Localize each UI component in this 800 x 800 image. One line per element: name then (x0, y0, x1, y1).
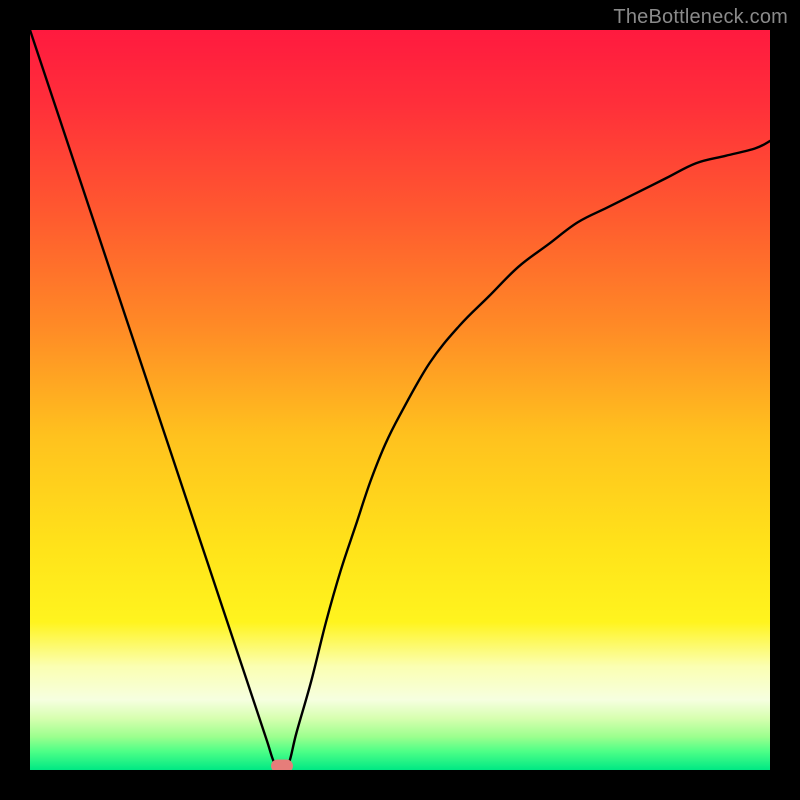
watermark-text: TheBottleneck.com (613, 6, 788, 29)
plot-area (30, 30, 770, 770)
bottleneck-curve (30, 30, 770, 770)
chart-frame: TheBottleneck.com (0, 0, 800, 800)
optimal-point-marker (271, 760, 293, 771)
